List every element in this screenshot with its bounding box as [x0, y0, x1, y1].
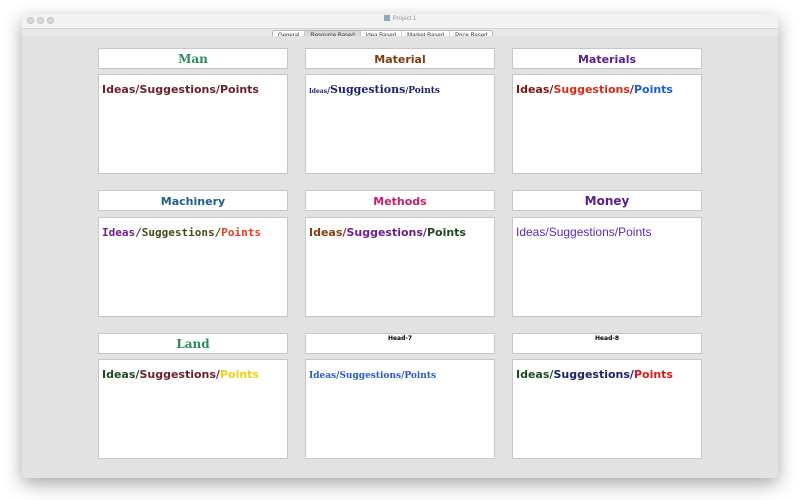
- ideas-text-5: Ideas/Suggestions/Points: [309, 226, 466, 239]
- heading-5: Methods: [373, 195, 427, 208]
- window-title: Project 1: [22, 15, 778, 22]
- ideas-text-3: Ideas/Suggestions/Points: [516, 83, 673, 96]
- heading-field-9[interactable]: Head-8: [512, 333, 702, 354]
- ideas-field-8[interactable]: Ideas/Suggestions/Points: [305, 359, 495, 459]
- ideas-field-7[interactable]: Ideas/Suggestions/Points: [98, 359, 288, 459]
- ideas-field-9[interactable]: Ideas/Suggestions/Points: [512, 359, 702, 459]
- heading-6: Money: [584, 194, 630, 208]
- ideas-text-4: Ideas/Suggestions/Points: [102, 226, 261, 239]
- heading-1: Man: [178, 52, 208, 66]
- heading-3: Materials: [577, 53, 637, 66]
- heading-9: Head-8: [594, 335, 620, 342]
- app-window: Project 1 General Resource Based Idea Ba…: [22, 14, 778, 478]
- ideas-field-6[interactable]: Ideas/Suggestions/Points: [512, 217, 702, 317]
- title-bar: Project 1: [22, 14, 778, 29]
- heading-field-6[interactable]: Money: [512, 190, 702, 211]
- ideas-text-7: Ideas/Suggestions/Points: [102, 368, 259, 381]
- heading-8: Head-7: [387, 335, 413, 342]
- heading-field-1[interactable]: Man: [98, 48, 288, 69]
- document-icon: [383, 15, 390, 21]
- ideas-text-2: Ideas/Suggestions/Points: [309, 83, 440, 96]
- heading-field-5[interactable]: Methods: [305, 190, 495, 211]
- heading-field-7[interactable]: Land: [98, 333, 288, 354]
- ideas-text-1: Ideas/Suggestions/Points: [102, 83, 259, 96]
- heading-2: Material: [374, 53, 426, 66]
- ideas-field-5[interactable]: Ideas/Suggestions/Points: [305, 217, 495, 317]
- ideas-field-4[interactable]: Ideas/Suggestions/Points: [98, 217, 288, 317]
- heading-7: Land: [176, 337, 210, 351]
- heading-field-2[interactable]: Material: [305, 48, 495, 69]
- ideas-field-2[interactable]: Ideas/Suggestions/Points: [305, 74, 495, 174]
- ideas-field-3[interactable]: Ideas/Suggestions/Points: [512, 74, 702, 174]
- ideas-field-1[interactable]: Ideas/Suggestions/Points: [98, 74, 288, 174]
- ideas-text-6: Ideas/Suggestions/Points: [516, 225, 652, 239]
- heading-field-8[interactable]: Head-7: [305, 333, 495, 354]
- heading-4: Machinery: [160, 195, 226, 208]
- ideas-text-8: Ideas/Suggestions/Points: [309, 371, 437, 381]
- content-area: Man Ideas/Suggestions/Points Material Id…: [22, 36, 778, 478]
- heading-field-4[interactable]: Machinery: [98, 190, 288, 211]
- heading-field-3[interactable]: Materials: [512, 48, 702, 69]
- ideas-text-9: Ideas/Suggestions/Points: [516, 368, 673, 381]
- window-title-text: Project 1: [392, 16, 417, 22]
